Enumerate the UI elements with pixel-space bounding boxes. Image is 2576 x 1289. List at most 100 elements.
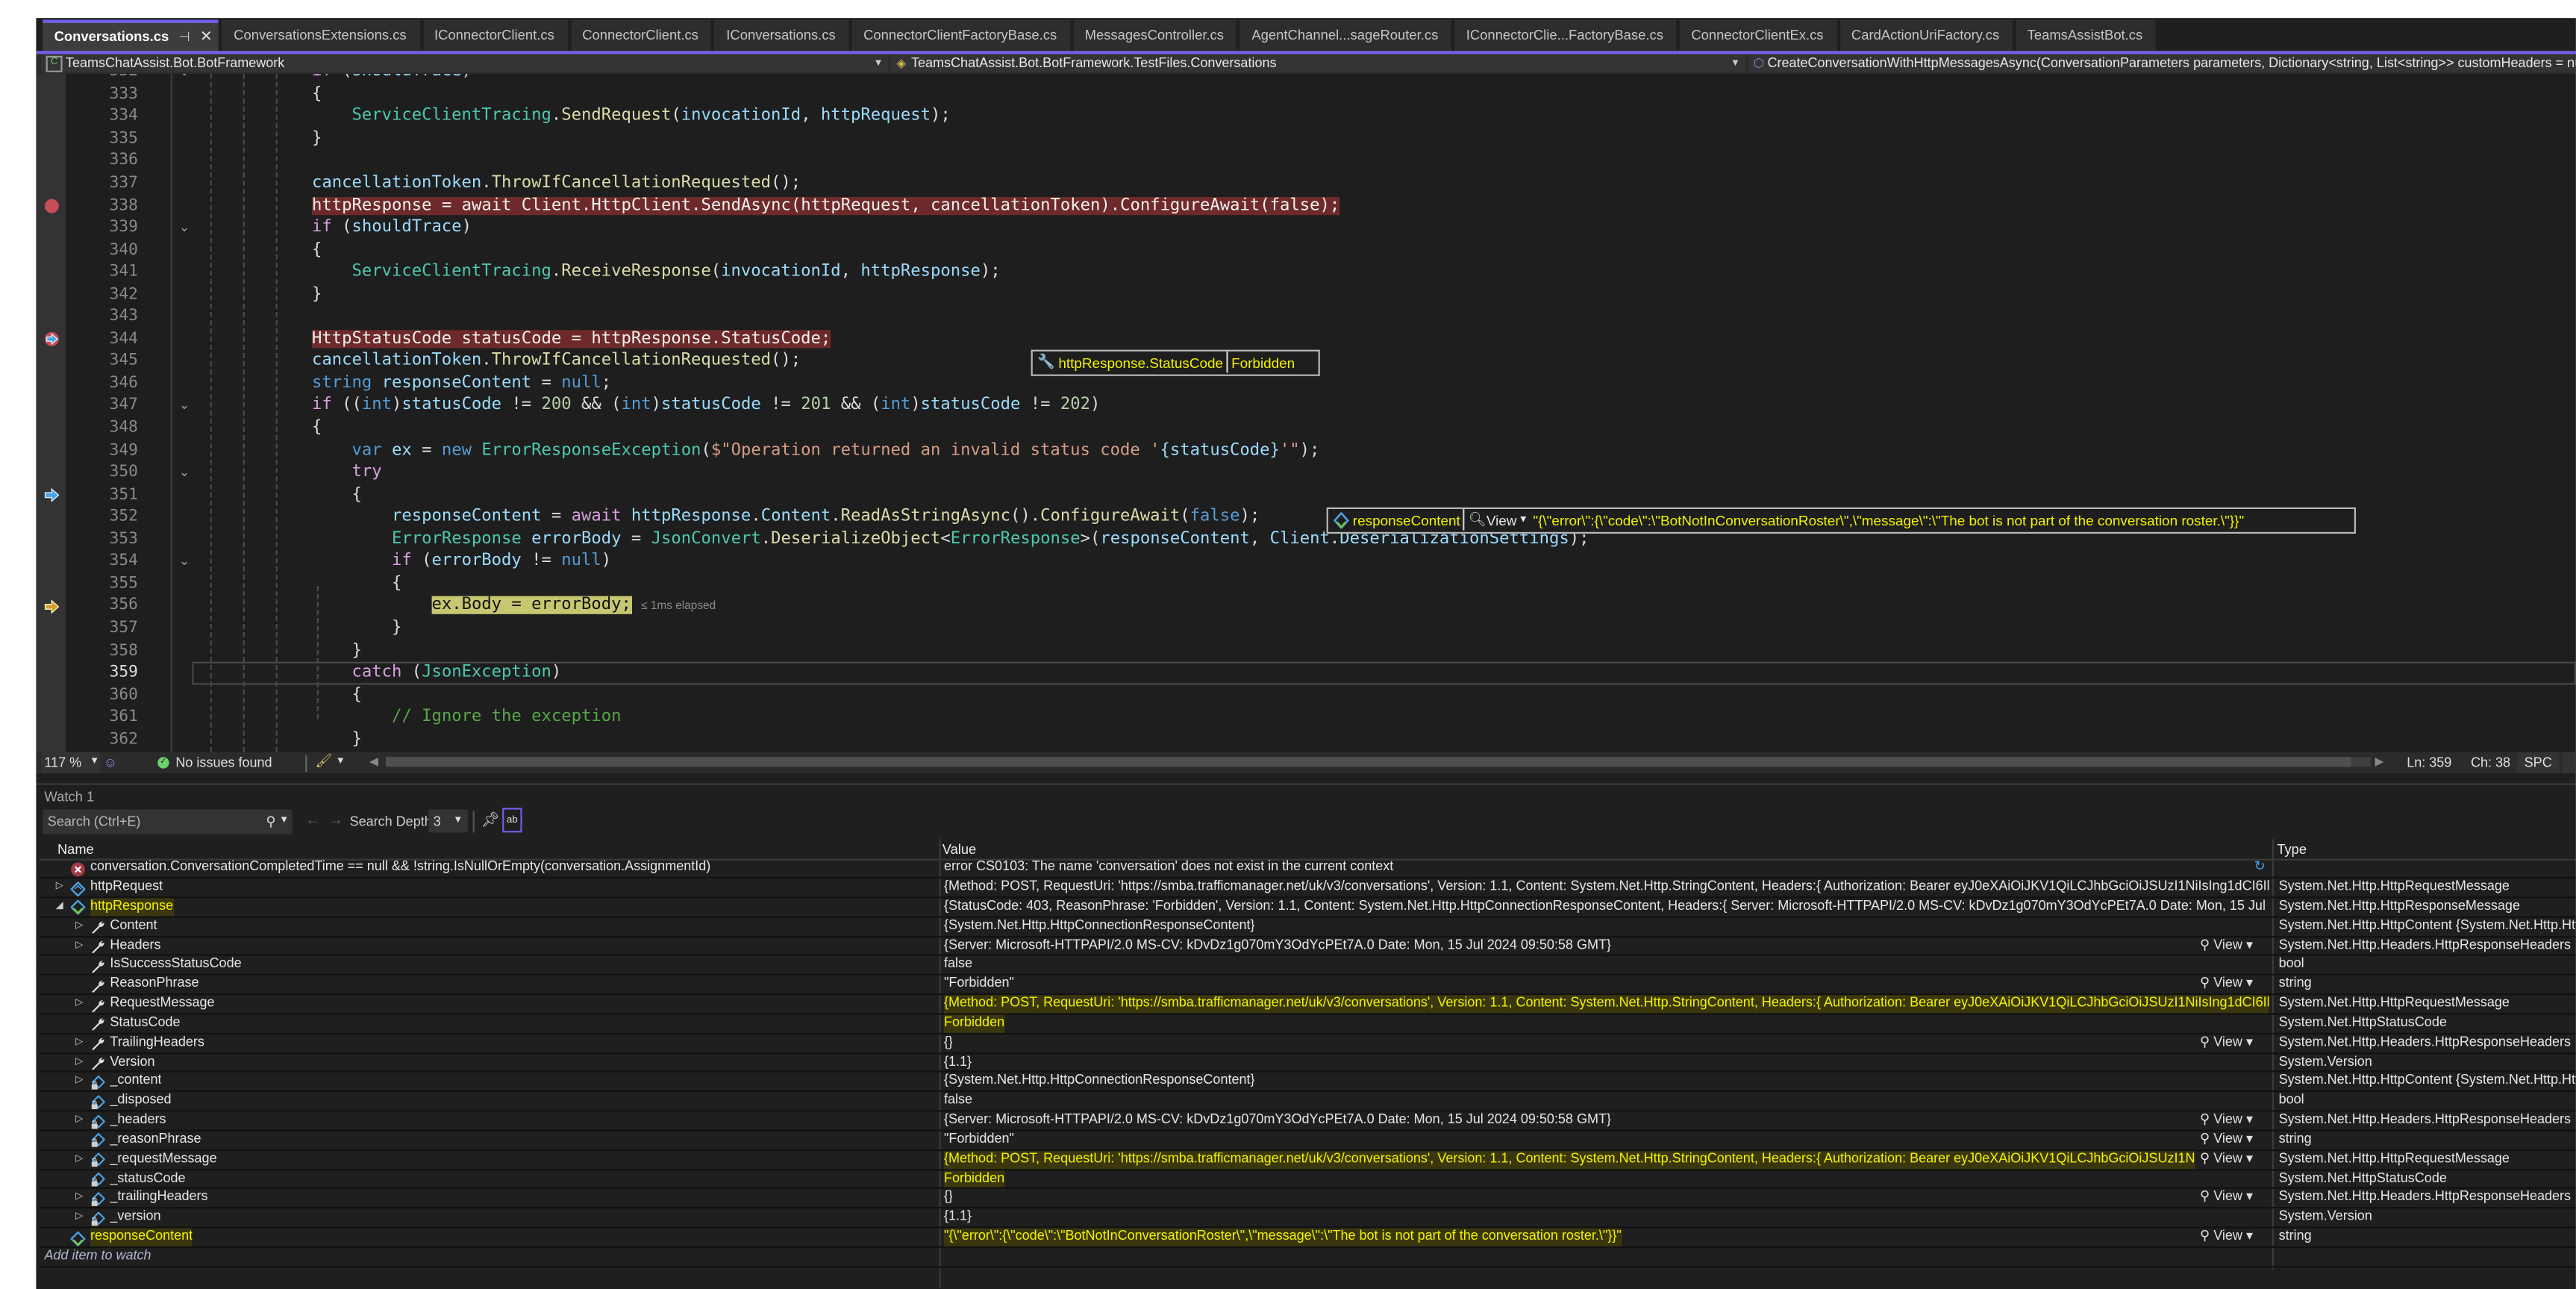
watch-name[interactable]: _headers (110, 1112, 166, 1130)
watch-row[interactable]: ▷ Version {1.1} System.Version (39, 1054, 2576, 1073)
watch-name[interactable]: responseContent (90, 1228, 193, 1246)
watch-name[interactable]: ReasonPhrase (110, 976, 198, 993)
project-dropdown[interactable]: C TeamsChatAssist.Bot.BotFramework ▼ (41, 54, 889, 72)
view-visualizer-button[interactable]: ⚲ View ▾ (2200, 1190, 2253, 1208)
expand-chevron-icon[interactable]: ▷ (56, 878, 63, 896)
add-item-to-watch[interactable]: Add item to watch (44, 1248, 151, 1266)
add-watch-row[interactable]: Add item to watch (39, 1248, 2576, 1268)
watch-row[interactable]: ▷ _requestMessage {Method: POST, RequestUr… (39, 1150, 2576, 1170)
watch-row[interactable]: _disposed false bool (39, 1093, 2576, 1112)
watch-name[interactable]: _requestMessage (110, 1151, 216, 1169)
expand-chevron-icon[interactable]: ▷ (75, 1209, 83, 1227)
watch-row[interactable]: ▷ Content {System.Net.Http.HttpConnectionR… (39, 917, 2576, 937)
panel-splitter[interactable] (36, 773, 2576, 785)
watch-name[interactable]: _reasonPhrase (110, 1132, 201, 1149)
code-cleanup-icon[interactable]: 🖌︎ ▼ (315, 752, 345, 774)
column-header-value[interactable]: Value (942, 840, 976, 857)
watch-row[interactable]: _statusCode Forbidden System.Net.HttpStatu… (39, 1170, 2576, 1190)
scroll-right-icon[interactable]: ▶ (2375, 752, 2384, 774)
watch-row[interactable]: ▷ _version {1.1} System.Version (39, 1209, 2576, 1229)
watch-row[interactable]: ▷ TrailingHeaders {} ⚲ View ▾ System.Net.Htt… (39, 1034, 2576, 1054)
datatip-status-code[interactable]: 🔧 httpResponse.StatusCode Forbidden (1031, 349, 1320, 375)
collapse-chevron-icon[interactable]: ⌄ (179, 461, 190, 484)
expand-chevron-icon[interactable]: ▷ (75, 1112, 83, 1130)
view-visualizer-button[interactable]: ⚲ View ▾ (2200, 1132, 2253, 1149)
tab-teamsassistbot-cs[interactable]: TeamsAssistBot.cs (2016, 19, 2156, 51)
tab-messagescontroller-cs[interactable]: MessagesController.cs (1073, 19, 1237, 51)
copilot-icon[interactable]: ☺ (104, 752, 117, 774)
column-header-type[interactable]: Type (2277, 840, 2307, 857)
watch-row[interactable]: _reasonPhrase "Forbidden" ⚲ View ▾ string (39, 1132, 2576, 1151)
watch-row[interactable]: StatusCode Forbidden System.Net.HttpStatus… (39, 1014, 2576, 1034)
collapse-chevron-icon[interactable]: ⌄ (179, 73, 190, 84)
watch-name[interactable]: conversation.ConversationCompletedTime =… (90, 859, 710, 877)
tab-conversationsextensions-cs[interactable]: ConversationsExtensions.cs (222, 19, 420, 51)
whitespace-indicator[interactable]: SPC (2516, 751, 2560, 774)
tab-cardactionurifactory-cs[interactable]: CardActionUriFactory.cs (1839, 19, 2013, 51)
column-header-name[interactable]: Name (57, 840, 94, 857)
watch-name[interactable]: httpResponse (90, 898, 174, 916)
tab-agentchannel-sagerouter-cs[interactable]: AgentChannel...sageRouter.cs (1239, 19, 1451, 51)
collapse-chevron-icon[interactable]: ⌄ (179, 217, 190, 240)
magnifier-icon[interactable]: 🔍︎ (1469, 511, 1486, 528)
watch-name[interactable]: StatusCode (110, 1014, 180, 1032)
watch-name[interactable]: _version (110, 1209, 160, 1227)
watch-name[interactable]: RequestMessage (110, 995, 214, 1013)
watch-row[interactable]: conversation.ConversationCompletedTime =… (39, 859, 2576, 879)
tab-connectorclient-cs[interactable]: ConnectorClient.cs (570, 19, 712, 51)
column-number[interactable]: Ch: 38 (2471, 752, 2510, 774)
watch-row[interactable]: responseContent "{\"error\":{\"code\":\"B… (39, 1228, 2576, 1248)
scrollbar-thumb[interactable] (386, 757, 2351, 767)
chevron-down-icon[interactable]: ▼ (279, 816, 289, 825)
watch-name[interactable]: TrailingHeaders (110, 1034, 204, 1052)
watch-search-input[interactable]: Search (Ctrl+E) ⚲ ▼ (43, 808, 293, 834)
line-ending-indicator[interactable] (2563, 751, 2576, 774)
pin-filter-icon[interactable]: 📌︎ (481, 811, 500, 828)
expand-chevron-icon[interactable]: ▷ (75, 1190, 83, 1208)
watch-name[interactable]: _statusCode (110, 1170, 185, 1188)
watch-name[interactable]: _disposed (110, 1093, 171, 1111)
expand-chevron-icon[interactable]: ▷ (75, 937, 83, 955)
view-visualizer-button[interactable]: ⚲ View ▾ (2200, 1151, 2253, 1169)
line-number[interactable]: Ln: 359 (2407, 752, 2451, 774)
tab-iconnectorclie-factorybase-cs[interactable]: IConnectorClie...FactoryBase.cs (1454, 19, 1677, 51)
watch-row[interactable]: ▷ _content {System.Net.Http.HttpConnection… (39, 1073, 2576, 1093)
watch-name[interactable]: _trailingHeaders (110, 1190, 207, 1208)
member-dropdown[interactable]: ⬡ CreateConversationWithHttpMessagesAsyn… (1748, 54, 2576, 72)
watch-name[interactable]: Version (110, 1054, 154, 1072)
datatip-view-button[interactable]: View (1486, 511, 1517, 528)
code-editor[interactable]: 332⌄if (shouldTrace)333{334 ServiceClien… (36, 72, 2576, 752)
watch-row[interactable]: ▷ _headers {Server: Microsoft-HTTPAPI/2.0 … (39, 1112, 2576, 1132)
issues-indicator[interactable]: ✓ No issues found (157, 752, 272, 774)
search-icon[interactable]: ⚲ (266, 813, 275, 829)
watch-row[interactable]: IsSuccessStatusCode false bool (39, 956, 2576, 976)
expand-chevron-icon[interactable]: ▷ (75, 1034, 83, 1052)
watch-name[interactable]: _content (110, 1073, 161, 1091)
watch-name[interactable]: Headers (110, 937, 160, 955)
search-next-icon[interactable]: → (328, 811, 343, 827)
current-statement-arrow-icon[interactable] (44, 599, 60, 614)
scroll-left-icon[interactable]: ◀ (369, 752, 378, 774)
horizontal-scrollbar[interactable] (386, 757, 2371, 767)
expand-chevron-icon[interactable]: ▷ (75, 917, 83, 935)
view-visualizer-button[interactable]: ⚲ View ▾ (2200, 976, 2253, 993)
collapse-chevron-icon[interactable]: ⌄ (179, 395, 190, 417)
chevron-down-icon[interactable]: ▼ (1519, 515, 1528, 525)
watch-row[interactable]: ReasonPhrase "Forbidden" ⚲ View ▾ string (39, 976, 2576, 996)
collapse-chevron-icon[interactable]: ⌄ (179, 551, 190, 573)
tab-iconversations-cs[interactable]: IConversations.cs (714, 19, 849, 51)
watch-row[interactable]: ▷ httpRequest {Method: POST, RequestUri: '… (39, 878, 2576, 899)
watch-name[interactable]: httpRequest (90, 878, 163, 896)
tab-conversations-cs[interactable]: Conversations.cs ⊣ ✕ (43, 19, 219, 51)
watch-name[interactable]: IsSuccessStatusCode (110, 956, 241, 974)
expand-chevron-icon[interactable]: ▷ (75, 995, 83, 1013)
type-dropdown[interactable]: ◈ TeamsChatAssist.Bot.BotFramework.TestF… (890, 54, 1745, 72)
tab-connectorclientfactorybase-cs[interactable]: ConnectorClientFactoryBase.cs (851, 19, 1070, 51)
breakpoint-step-icon[interactable] (44, 332, 59, 347)
watch-row[interactable]: ◢ httpResponse {StatusCode: 403, ReasonPhr… (39, 898, 2576, 918)
search-depth-dropdown[interactable]: 3 ▼ (428, 809, 468, 833)
watch-row[interactable]: ▷ RequestMessage {Method: POST, RequestUri… (39, 995, 2576, 1015)
expand-chevron-icon[interactable]: ▷ (75, 1151, 83, 1169)
view-visualizer-button[interactable]: ⚲ View ▾ (2200, 1229, 2253, 1246)
step-arrow-icon[interactable] (44, 488, 60, 503)
